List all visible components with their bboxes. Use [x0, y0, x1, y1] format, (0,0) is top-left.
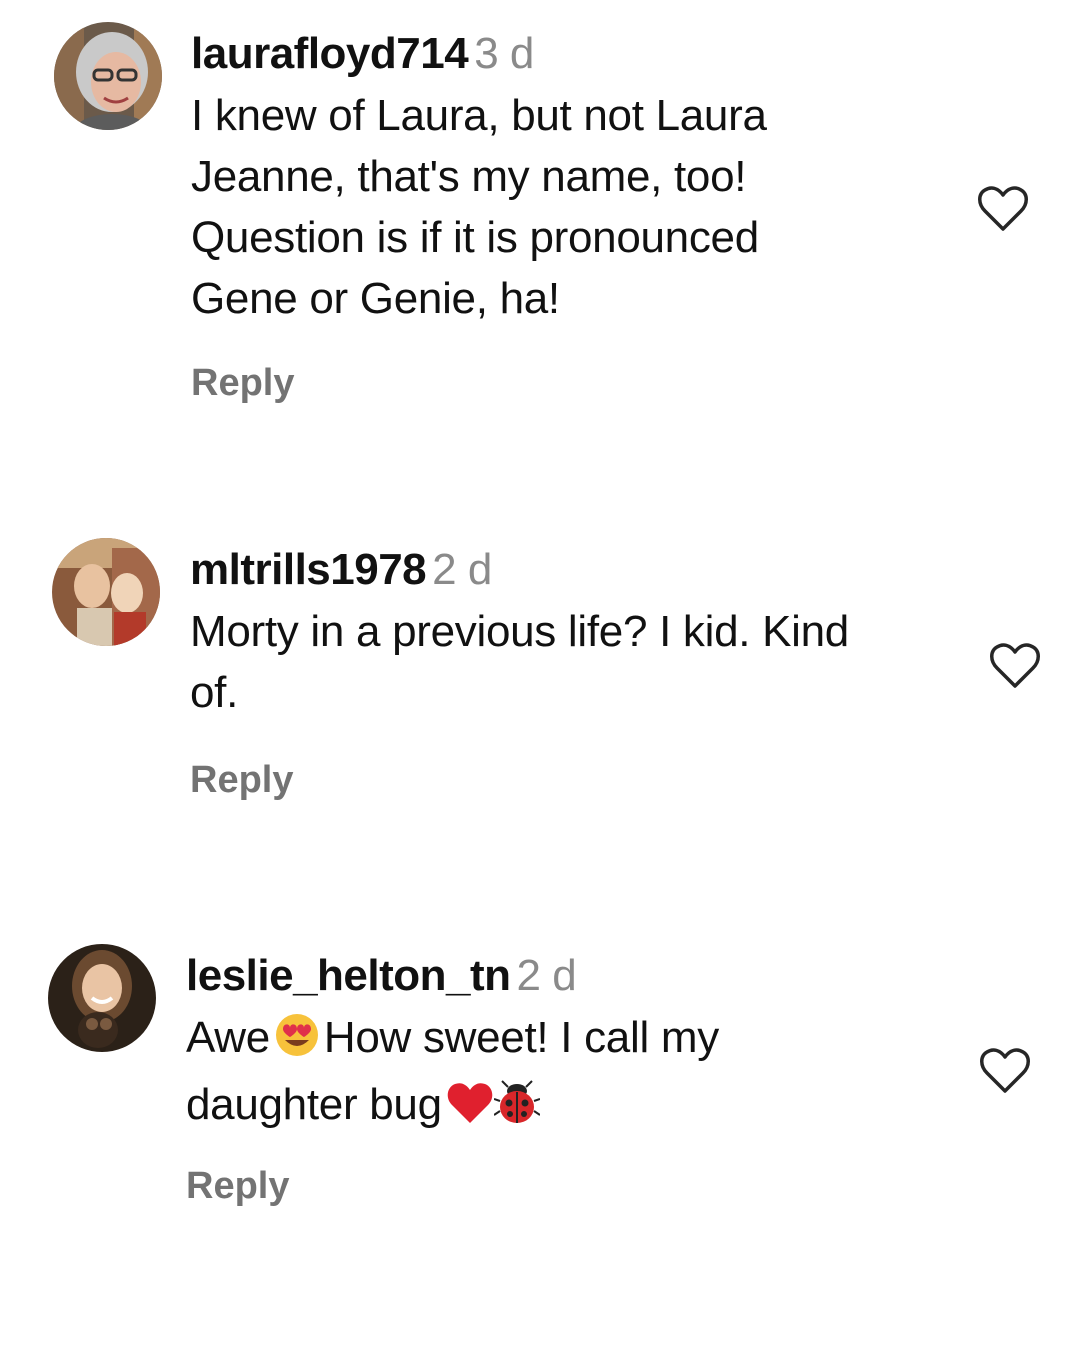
comment-text: Awe How sweet! I call my daughter bug: [186, 1007, 986, 1141]
timestamp: 3 d: [474, 29, 534, 78]
reply-button[interactable]: Reply: [186, 1165, 289, 1208]
comment-text: Morty in a previous life? I kid. Kind of…: [190, 607, 849, 717]
comment-text: I knew of Laura, but not Laura Jeanne, t…: [191, 91, 767, 323]
red-heart-emoji-icon: [446, 1080, 494, 1141]
comment-text-part: How sweet! I call my: [323, 1013, 719, 1062]
username[interactable]: laurafloyd714: [191, 29, 469, 78]
comment-text-part: daughter bug: [186, 1080, 442, 1129]
timestamp: 2 d: [432, 545, 492, 594]
heart-eyes-emoji-icon: [274, 1012, 320, 1074]
avatar[interactable]: [54, 22, 162, 130]
comment-text-part: Awe: [186, 1013, 270, 1062]
reply-button[interactable]: Reply: [190, 759, 293, 802]
profile-photo-icon: [52, 538, 160, 646]
profile-photo-icon: [54, 22, 162, 130]
timestamp: 2 d: [516, 951, 577, 1000]
heart-outline-icon[interactable]: [978, 1047, 1032, 1095]
avatar[interactable]: [52, 538, 160, 646]
profile-photo-icon: [48, 944, 156, 1052]
ladybug-emoji-icon: [493, 1079, 541, 1141]
reply-button[interactable]: Reply: [191, 362, 294, 405]
username[interactable]: mltrills1978: [190, 545, 427, 594]
heart-outline-icon[interactable]: [976, 185, 1030, 233]
heart-outline-icon[interactable]: [988, 642, 1042, 690]
username[interactable]: leslie_helton_tn: [186, 951, 511, 1000]
avatar[interactable]: [48, 944, 156, 1052]
